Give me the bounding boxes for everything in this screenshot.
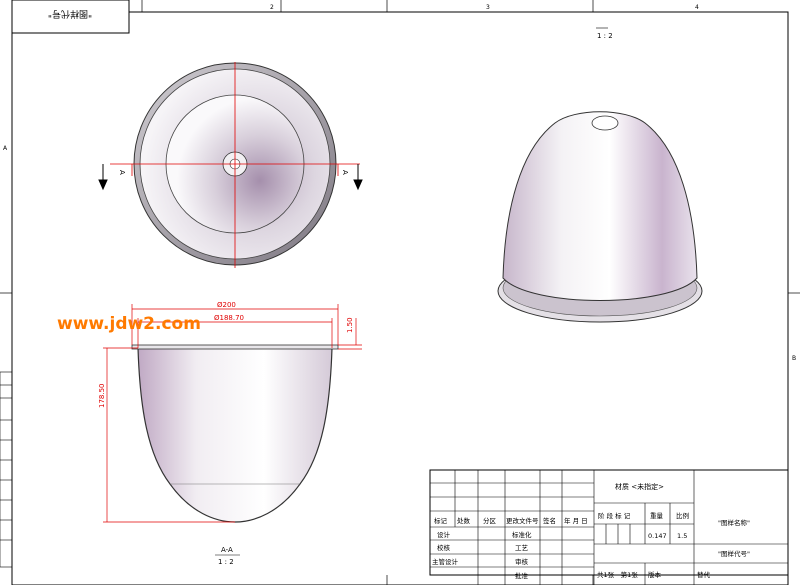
sign-chief: 主管设计: [432, 557, 459, 566]
dim-outer-diameter: Ø200: [217, 301, 236, 309]
scale-label: 比例: [676, 511, 689, 520]
rev-header-count: 处数: [457, 516, 471, 525]
sign-standard: 标准化: [512, 530, 532, 539]
section-view-scale: 1 : 2: [218, 558, 234, 566]
part-code: "图样代号": [718, 549, 750, 558]
sign-approve: 批准: [515, 571, 529, 580]
zone-number-4: 4: [695, 4, 699, 11]
title-block-grid: [429, 469, 789, 585]
section-view: [131, 344, 339, 523]
dim-inner-diameter: Ø188.70: [214, 314, 244, 322]
zone-number-3: 3: [486, 4, 490, 11]
weight-label: 重量: [650, 512, 664, 520]
zone-letter-a: A: [3, 145, 8, 152]
section-arrow-left-label: A: [118, 170, 126, 175]
rev-header-file: 更改文件号: [506, 516, 539, 525]
section-view-name: A-A: [221, 546, 233, 554]
rev-header-mark: 标记: [434, 516, 448, 525]
dim-height: 178.50: [98, 384, 106, 409]
isometric-view: [497, 111, 703, 323]
rev-header-zone: 分区: [483, 516, 497, 525]
version-label: 版本: [648, 570, 662, 579]
zone-number-2: 2: [270, 4, 274, 11]
rev-header-date: 年 月 日: [564, 516, 588, 525]
corner-code-text: "图样代号": [48, 8, 92, 20]
side-revision-strip: [0, 371, 13, 568]
sign-process: 工艺: [515, 544, 529, 552]
scale-value: 1.5: [677, 532, 687, 540]
sign-review: 审核: [515, 557, 529, 566]
engineering-drawing: 1 2 3 4 A B "图样代号" A A: [0, 0, 800, 585]
rev-header-sign: 签名: [543, 516, 556, 525]
replace-label: 替代: [697, 570, 711, 579]
section-arrow-left: [98, 164, 108, 191]
weight-value: 0.147: [648, 532, 667, 540]
dim-flange: 1.50: [346, 317, 354, 333]
sign-check: 校核: [437, 543, 451, 552]
material-label: 材质 <未指定>: [615, 482, 664, 491]
zone-letter-b: B: [792, 355, 796, 362]
iso-scale-label: 1 : 2: [597, 32, 613, 40]
top-view: [110, 62, 360, 268]
section-arrow-right-label: A: [341, 170, 349, 175]
sign-design: 设计: [437, 530, 451, 539]
section-arrow-right: [353, 164, 363, 191]
stage-mark-label: 阶 段 标 记: [598, 511, 631, 520]
watermark-text: www.jdw2.com: [57, 314, 201, 334]
part-name: "图样名称": [718, 518, 750, 527]
sheet-info: 共1张 第1张: [597, 570, 638, 579]
